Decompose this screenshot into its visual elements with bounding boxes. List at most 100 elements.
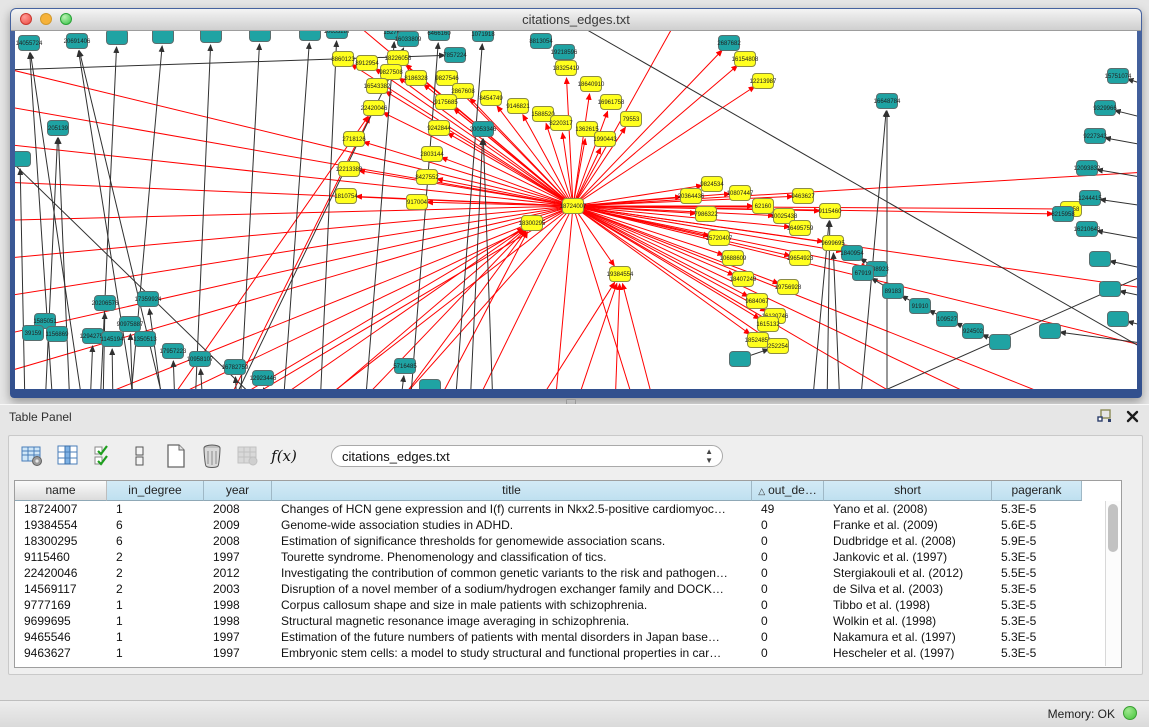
network-node[interactable]: 1615132 (756, 317, 780, 332)
network-node[interactable] (107, 31, 128, 45)
table-settings-icon[interactable] (19, 443, 45, 469)
network-node[interactable] (201, 31, 222, 43)
network-node[interactable]: 39159 (23, 326, 44, 341)
network-node[interactable]: 18325419 (553, 61, 580, 76)
network-node[interactable] (1040, 324, 1061, 339)
table-row[interactable]: 969969511998Structural magnetic resonanc… (15, 613, 1121, 629)
network-node[interactable]: 19756928 (775, 280, 802, 295)
network-node[interactable]: 9824534 (700, 177, 724, 192)
table-row[interactable]: 1830029562008Estimation of significance … (15, 533, 1121, 549)
network-node[interactable]: 9463627 (791, 189, 815, 204)
table-row[interactable]: 946362711997Embryonic stem cells: a mode… (15, 645, 1121, 661)
network-node[interactable]: 8215958 (1051, 207, 1075, 222)
network-node[interactable]: 17957223 (160, 344, 187, 359)
network-node[interactable]: 2803144 (420, 147, 444, 162)
network-node[interactable]: 109527 (937, 312, 958, 327)
new-table-icon[interactable] (163, 443, 189, 469)
network-node[interactable]: 22420046 (361, 101, 388, 116)
network-node[interactable]: 252254 (768, 339, 789, 354)
table-row[interactable]: 1872400712008Changes of HCN gene express… (15, 501, 1121, 517)
network-node[interactable] (15, 152, 31, 167)
network-node[interactable]: 8427552 (415, 170, 439, 185)
close-panel-icon[interactable] (1126, 410, 1139, 428)
network-node[interactable]: 20206576 (92, 296, 119, 311)
network-node[interactable]: 19384554 (607, 267, 634, 282)
network-node[interactable]: 16543382 (364, 79, 391, 94)
table-row[interactable]: 2242004622012Investigating the contribut… (15, 565, 1121, 581)
column-header-in_degree[interactable]: in_degree (107, 481, 204, 501)
network-node[interactable]: 8860123 (331, 52, 355, 67)
network-node[interactable]: 12093832 (1074, 161, 1101, 176)
network-node[interactable]: 5716485 (393, 359, 417, 374)
row-height-icon[interactable] (127, 443, 153, 469)
network-node[interactable]: 18724007 (560, 199, 587, 214)
zoom-window-button[interactable] (60, 13, 72, 25)
table-row[interactable]: 911546021997Tourette syndrome. Phenomeno… (15, 549, 1121, 565)
network-node[interactable]: 9115460 (819, 204, 843, 219)
network-node[interactable]: 16961758 (598, 95, 625, 110)
network-node[interactable]: 9242844 (427, 121, 451, 136)
network-node[interactable]: 9227343 (1083, 129, 1107, 144)
window-titlebar[interactable]: citations_edges.txt (11, 9, 1141, 31)
close-window-button[interactable] (20, 13, 32, 25)
network-node[interactable]: 12923446 (250, 371, 277, 386)
network-node[interactable]: 7857224 (443, 48, 467, 63)
network-node[interactable]: 9684067 (745, 294, 769, 309)
network-node[interactable]: 18226058 (385, 51, 412, 66)
network-node[interactable]: 1810754 (334, 189, 358, 204)
network-node[interactable]: 20053346 (470, 122, 497, 137)
network-node[interactable]: 91910 (910, 299, 931, 314)
network-node[interactable]: 1145194 (101, 332, 125, 347)
network-node[interactable]: 9827508 (379, 65, 403, 80)
network-node[interactable]: 79553 (621, 112, 642, 127)
network-node[interactable]: 9329966 (1093, 101, 1117, 116)
network-node[interactable]: 16154808 (732, 52, 759, 67)
select-rows-icon[interactable] (91, 443, 117, 469)
import-table-icon[interactable] (235, 443, 261, 469)
float-panel-icon[interactable] (1097, 409, 1112, 428)
network-node[interactable]: 20691406 (64, 34, 91, 49)
network-node[interactable]: 9175685 (434, 95, 458, 110)
network-node[interactable] (730, 352, 751, 367)
network-node[interactable] (300, 31, 321, 41)
network-node[interactable]: 10807447 (727, 186, 754, 201)
table-row[interactable]: 1938455462009Genome-wide association stu… (15, 517, 1121, 533)
network-node[interactable] (1090, 252, 1111, 267)
column-header-out_de[interactable]: △out_de… (752, 481, 824, 501)
column-header-title[interactable]: title (272, 481, 752, 501)
network-node[interactable]: 16782759 (222, 360, 249, 375)
network-node[interactable]: 8220317 (549, 116, 573, 131)
network-node[interactable]: 19654923 (787, 251, 814, 266)
network-node[interactable]: 1990443 (593, 132, 617, 147)
network-node[interactable]: 20364436 (678, 189, 705, 204)
network-node[interactable]: 17359924 (135, 292, 162, 307)
network-node[interactable]: 8813054 (529, 34, 553, 49)
delete-table-icon[interactable] (199, 443, 225, 469)
column-header-year[interactable]: year (204, 481, 272, 501)
network-node[interactable]: 18300295 (519, 216, 546, 231)
network-node[interactable]: 12213987 (750, 74, 777, 89)
network-node[interactable]: 19218596 (551, 45, 578, 60)
network-node[interactable]: 10958107 (187, 352, 214, 367)
network-node[interactable]: 10653287 (324, 31, 351, 39)
network-node[interactable]: 1840954 (840, 246, 864, 261)
network-node[interactable] (250, 31, 271, 42)
network-node[interactable]: 16495759 (787, 221, 814, 236)
network-node[interactable]: 8186328 (404, 71, 428, 86)
network-node[interactable] (990, 335, 1011, 350)
network-canvas[interactable]: 1872400718300295193845548860123891295418… (15, 31, 1137, 389)
network-node[interactable]: 8454749 (479, 91, 503, 106)
scrollbar-thumb[interactable] (1108, 504, 1118, 552)
network-node[interactable]: 9146821 (506, 99, 530, 114)
network-node[interactable]: 2687682 (717, 36, 741, 51)
network-node[interactable]: 6466160 (427, 31, 451, 41)
network-node[interactable]: 10688609 (720, 251, 747, 266)
table-row[interactable]: 977716911998Corpus callosum shape and si… (15, 597, 1121, 613)
select-column-icon[interactable] (55, 443, 81, 469)
network-node[interactable]: 205139 (48, 121, 69, 136)
table-row[interactable]: 946554611997Estimation of the future num… (15, 629, 1121, 645)
network-node[interactable]: 1071918 (471, 31, 495, 42)
network-node[interactable]: 18640910 (578, 77, 605, 92)
table-row[interactable]: 1456911722003Disruption of a novel membe… (15, 581, 1121, 597)
network-node[interactable]: 16210643 (1074, 222, 1101, 237)
